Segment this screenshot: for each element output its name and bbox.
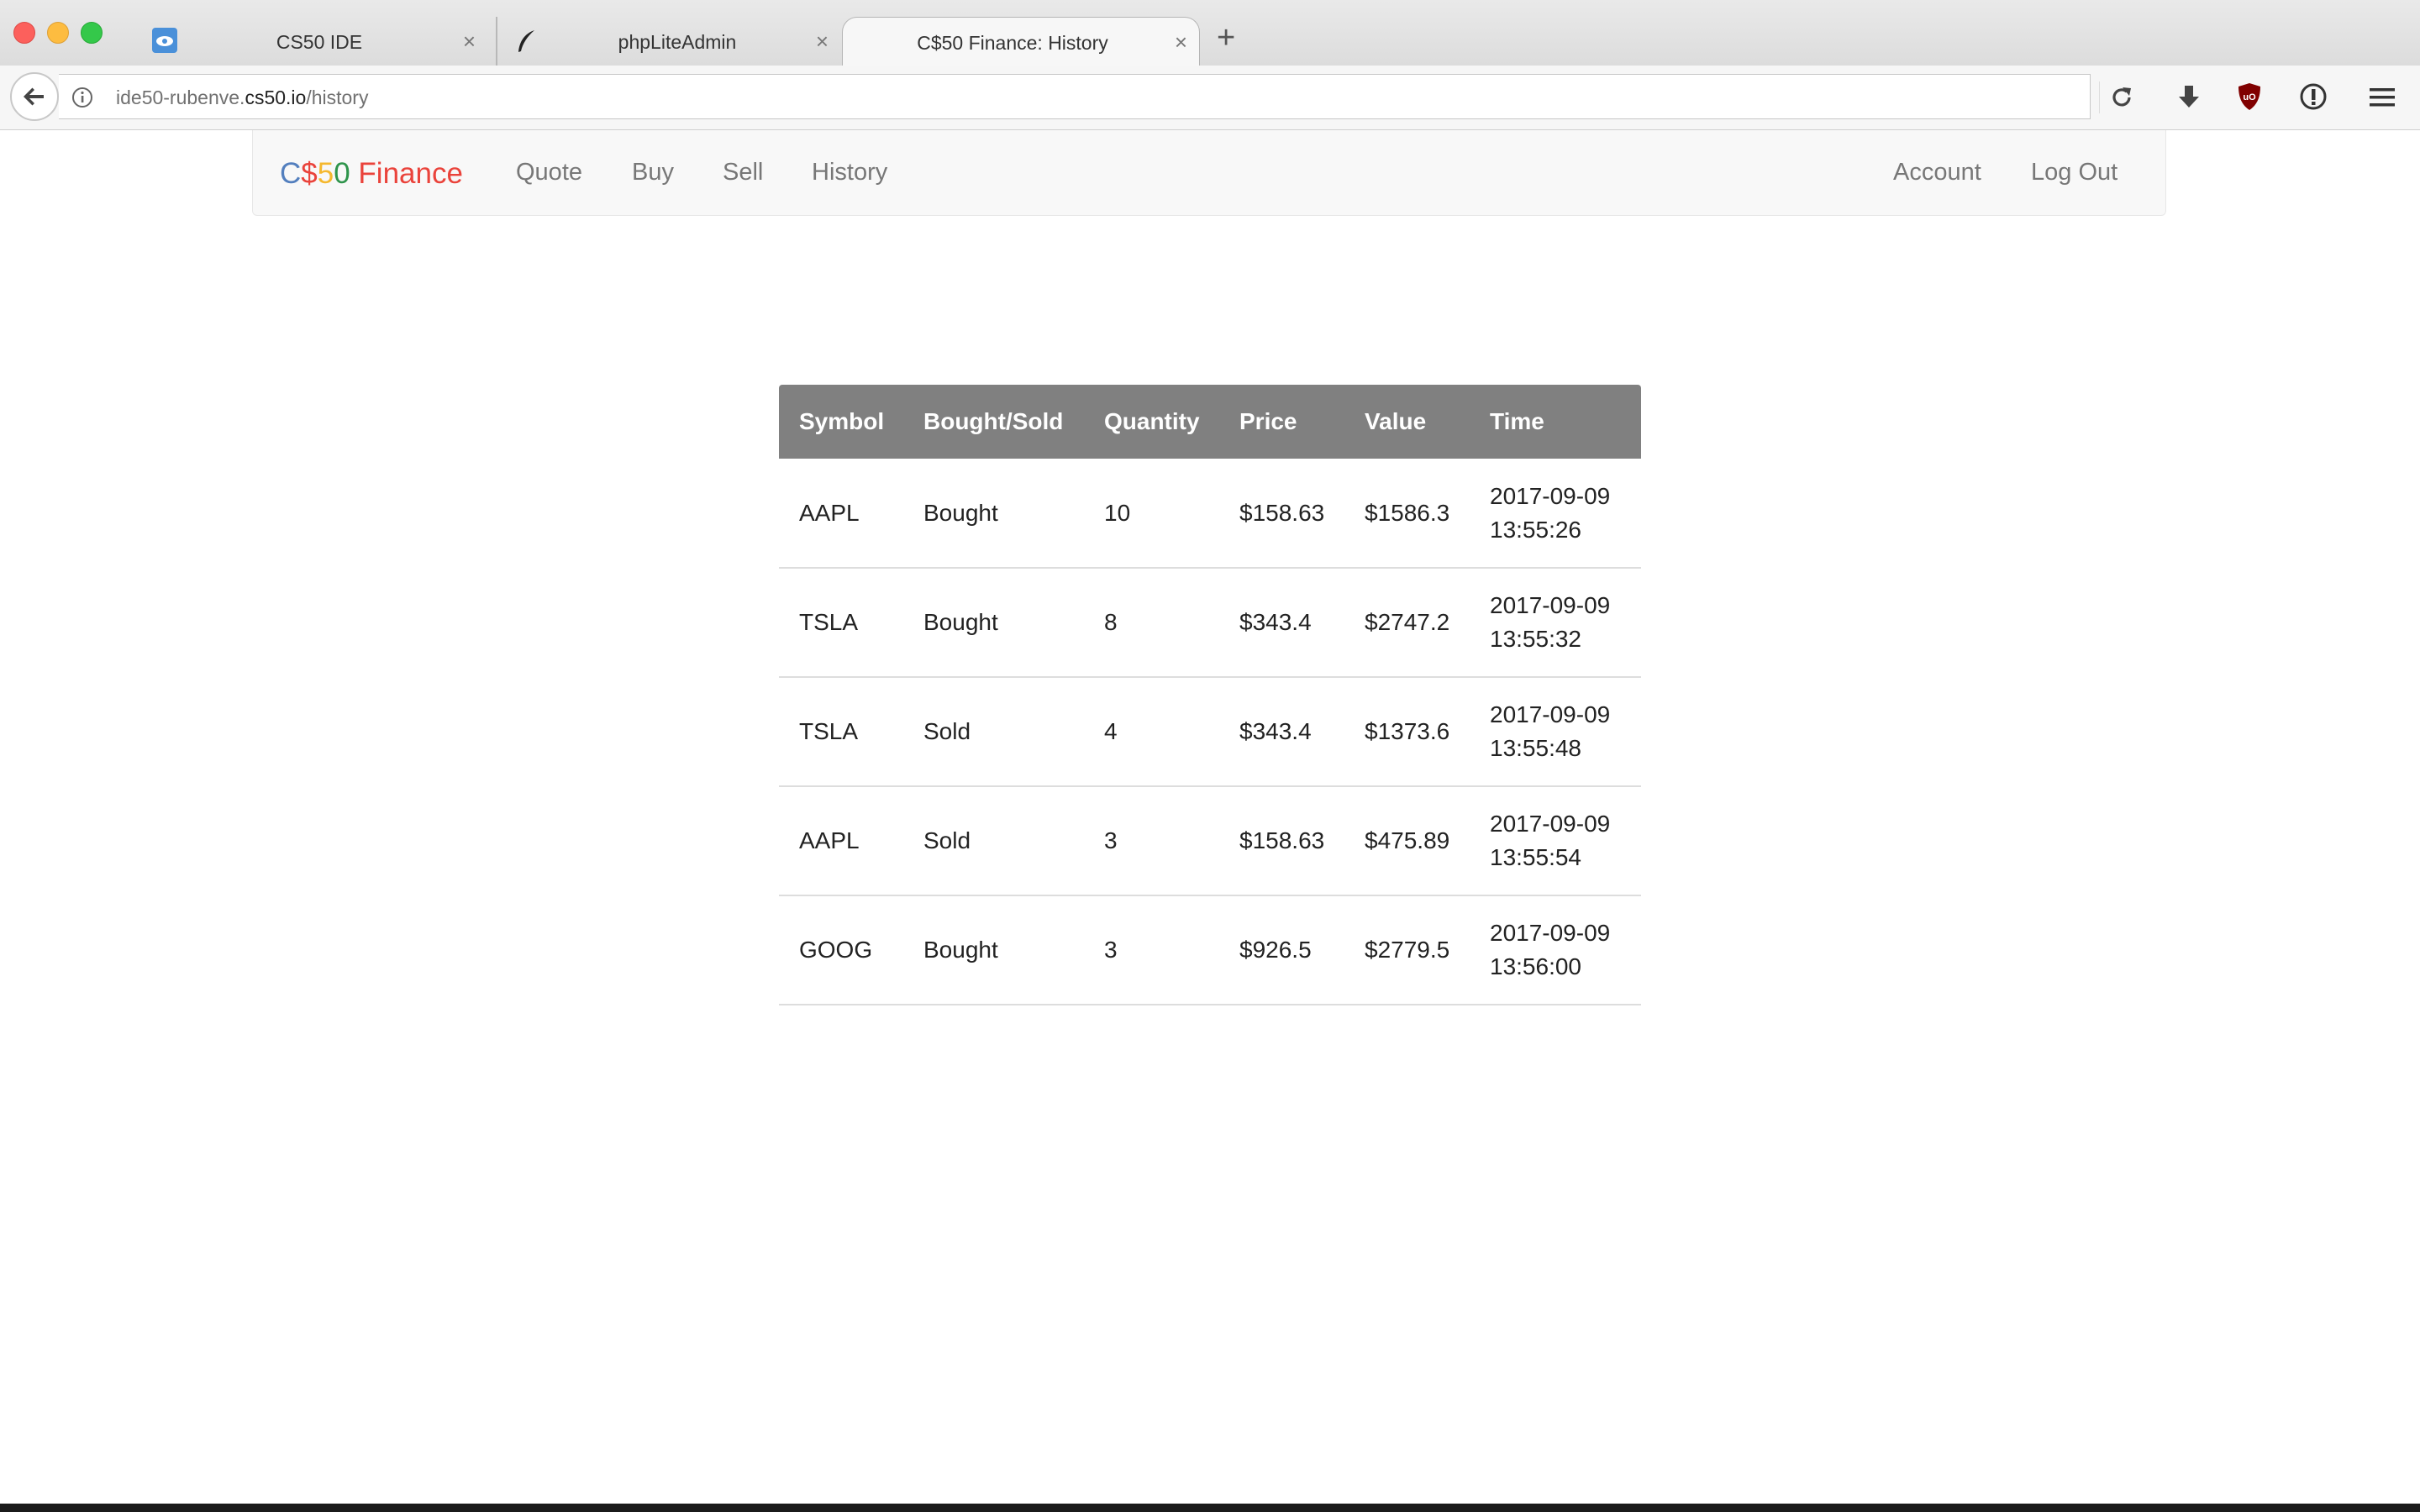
browser-tab-bar: CS50 IDE × phpLiteAdmin × C$50 Finance: …: [0, 0, 2420, 67]
nav-sell-link[interactable]: Sell: [723, 159, 763, 186]
header-quantity: Quantity: [1084, 385, 1219, 459]
cell-symbol: TSLA: [779, 677, 903, 787]
cell-price: $343.4: [1219, 568, 1344, 678]
brand-logo[interactable]: C$50 Finance: [280, 157, 463, 191]
cell-price: $158.63: [1219, 786, 1344, 896]
nav-logout-link[interactable]: Log Out: [2031, 159, 2118, 186]
info-icon[interactable]: [71, 86, 94, 113]
tab-finance-history[interactable]: C$50 Finance: History ×: [842, 17, 1200, 67]
tab-cs50-ide[interactable]: CS50 IDE ×: [151, 17, 487, 66]
url-text[interactable]: ide50-rubenve.cs50.io/history: [116, 87, 368, 109]
1password-icon[interactable]: [2299, 82, 2328, 115]
close-window-button[interactable]: [13, 22, 35, 44]
ublock-icon[interactable]: uO: [2237, 82, 2262, 115]
tab-title: phpLiteAdmin: [618, 31, 737, 53]
close-tab-icon[interactable]: ×: [463, 29, 476, 55]
cell-action: Sold: [903, 786, 1084, 896]
back-icon: [24, 87, 44, 106]
cell-value: $1586.3: [1344, 459, 1470, 569]
cell-price: $926.5: [1219, 895, 1344, 1005]
new-tab-icon[interactable]: +: [1217, 22, 1235, 54]
nav-quote-link[interactable]: Quote: [516, 159, 582, 186]
header-time: Time: [1470, 385, 1641, 459]
table-row: GOOG Bought 3 $926.5 $2779.5 2017-09-09 …: [779, 895, 1641, 1005]
cell-symbol: AAPL: [779, 459, 903, 569]
table-row: TSLA Sold 4 $343.4 $1373.6 2017-09-09 13…: [779, 677, 1641, 787]
cell-price: $343.4: [1219, 677, 1344, 787]
cell-action: Bought: [903, 895, 1084, 1005]
cell-value: $475.89: [1344, 786, 1470, 896]
header-value: Value: [1344, 385, 1470, 459]
hamburger-menu-icon[interactable]: [2368, 85, 2396, 114]
svg-text:uO: uO: [2243, 92, 2256, 102]
header-symbol: Symbol: [779, 385, 903, 459]
cell-time: 2017-09-09 13:55:32: [1470, 568, 1641, 678]
cell-symbol: GOOG: [779, 895, 903, 1005]
cell-action: Bought: [903, 459, 1084, 569]
table-row: AAPL Sold 3 $158.63 $475.89 2017-09-09 1…: [779, 786, 1641, 896]
cell-quantity: 8: [1084, 568, 1219, 678]
window-bottom-edge: [0, 1504, 2420, 1512]
cell-quantity: 10: [1084, 459, 1219, 569]
table-header-row: Symbol Bought/Sold Quantity Price Value …: [779, 385, 1641, 459]
cell-value: $1373.6: [1344, 677, 1470, 787]
tab-phpliteadmin[interactable]: phpLiteAdmin ×: [496, 17, 840, 66]
url-divider: [2099, 81, 2100, 113]
header-bought-sold: Bought/Sold: [903, 385, 1084, 459]
tab-title: CS50 IDE: [276, 31, 363, 53]
history-table: Symbol Bought/Sold Quantity Price Value …: [779, 385, 1641, 1005]
cell-price: $158.63: [1219, 459, 1344, 569]
cell-value: $2747.2: [1344, 568, 1470, 678]
reload-icon[interactable]: [2109, 85, 2134, 114]
nav-history-link[interactable]: History: [812, 159, 887, 186]
cell-time: 2017-09-09 13:55:54: [1470, 786, 1641, 896]
cell-time: 2017-09-09 13:55:48: [1470, 677, 1641, 787]
cell-time: 2017-09-09 13:55:26: [1470, 459, 1641, 569]
table-header: Symbol Bought/Sold Quantity Price Value …: [779, 385, 1641, 459]
cell-action: Sold: [903, 677, 1084, 787]
nav-buy-link[interactable]: Buy: [632, 159, 674, 186]
cell-quantity: 3: [1084, 895, 1219, 1005]
url-bar[interactable]: ide50-rubenve.cs50.io/history: [59, 74, 2100, 119]
nav-account-link[interactable]: Account: [1893, 159, 1981, 186]
cell-action: Bought: [903, 568, 1084, 678]
download-icon[interactable]: [2176, 84, 2202, 115]
cell-quantity: 4: [1084, 677, 1219, 787]
table-row: TSLA Bought 8 $343.4 $2747.2 2017-09-09 …: [779, 568, 1641, 678]
site-navbar: C$50 Finance Quote Buy Sell History Acco…: [252, 130, 2166, 216]
cell-quantity: 3: [1084, 786, 1219, 896]
table-body: AAPL Bought 10 $158.63 $1586.3 2017-09-0…: [779, 459, 1641, 1005]
browser-toolbar: ide50-rubenve.cs50.io/history: [0, 66, 2420, 130]
tab-title: C$50 Finance: History: [917, 32, 1108, 54]
minimize-window-button[interactable]: [47, 22, 69, 44]
cell-time: 2017-09-09 13:56:00: [1470, 895, 1641, 1005]
close-tab-icon[interactable]: ×: [1175, 29, 1187, 55]
cell-symbol: TSLA: [779, 568, 903, 678]
header-price: Price: [1219, 385, 1344, 459]
back-button[interactable]: [10, 72, 59, 121]
table-row: AAPL Bought 10 $158.63 $1586.3 2017-09-0…: [779, 459, 1641, 569]
cell-symbol: AAPL: [779, 786, 903, 896]
cell-value: $2779.5: [1344, 895, 1470, 1005]
zoom-window-button[interactable]: [81, 22, 103, 44]
